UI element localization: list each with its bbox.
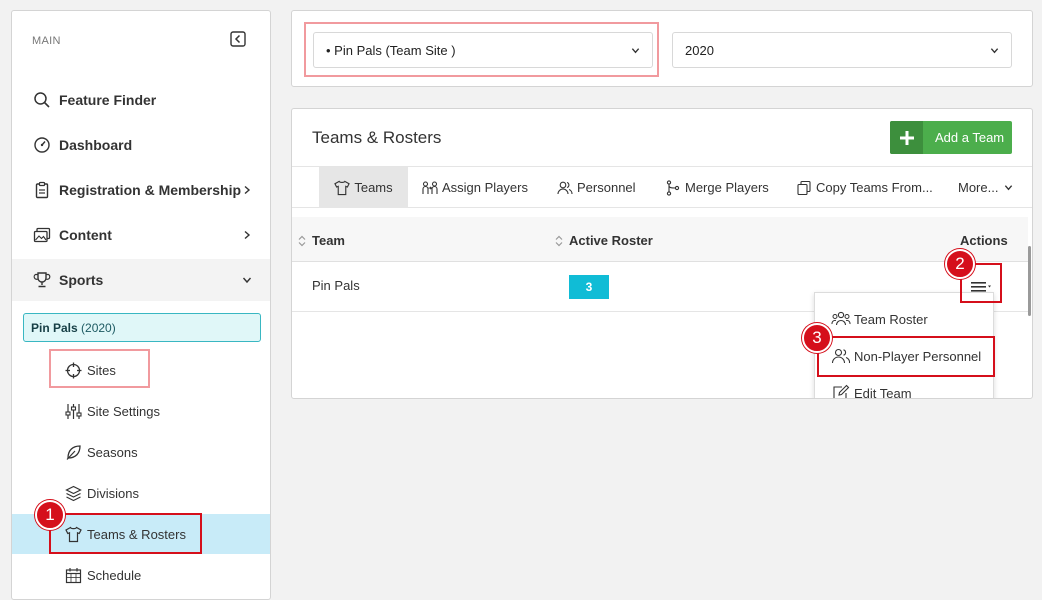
menu-item-label: Edit Team xyxy=(854,385,912,399)
calendar-icon xyxy=(65,567,82,584)
highlight-site-select xyxy=(304,22,659,77)
step-badge-3: 3 xyxy=(802,323,832,353)
scrollbar[interactable] xyxy=(1028,246,1031,316)
chevron-right-icon xyxy=(242,185,252,195)
tab-label: Copy Teams From... xyxy=(816,180,933,195)
menu-item-edit-team[interactable]: Edit Team xyxy=(815,375,993,399)
sidebar-item-label: Divisions xyxy=(87,485,140,501)
collapse-sidebar-icon[interactable] xyxy=(230,31,246,47)
sidebar-item-label: Feature Finder xyxy=(59,92,157,108)
sidebar-header: MAIN xyxy=(32,35,61,47)
sidebar-item-label: Sports xyxy=(59,272,104,288)
year-select-value: 2020 xyxy=(685,42,714,58)
column-label: Team xyxy=(312,233,345,248)
highlight-sites xyxy=(49,349,150,388)
trophy-icon xyxy=(33,271,51,289)
tab-personnel[interactable]: Personnel xyxy=(557,167,636,208)
images-icon xyxy=(33,226,51,244)
leaf-icon xyxy=(65,444,82,461)
tab-assign-players[interactable]: Assign Players xyxy=(422,167,528,208)
edit-icon xyxy=(831,384,851,398)
highlight-non-player-personnel xyxy=(817,336,995,377)
assign-players-icon xyxy=(422,180,438,196)
plus-icon xyxy=(890,121,923,154)
year-select[interactable]: 2020 xyxy=(672,32,1012,68)
sort-icon xyxy=(555,235,563,247)
sidebar-item-feature-finder[interactable]: Feature Finder xyxy=(12,79,270,121)
layers-icon xyxy=(65,485,82,502)
highlight-teams-rosters xyxy=(49,513,202,554)
sidebar-item-label: Dashboard xyxy=(59,137,133,153)
sidebar-item-content[interactable]: Content xyxy=(12,214,270,256)
tab-teams[interactable]: Teams xyxy=(319,167,408,208)
sidebar-item-site-settings[interactable]: Site Settings xyxy=(12,391,270,431)
team-name-cell[interactable]: Pin Pals xyxy=(312,278,360,293)
sidebar-item-label: Content xyxy=(59,227,112,243)
tab-label: Personnel xyxy=(577,180,636,195)
tab-label: Assign Players xyxy=(442,180,528,195)
users-icon xyxy=(557,180,573,196)
dashboard-gauge-icon xyxy=(33,136,51,154)
team-roster-icon xyxy=(831,310,851,328)
chevron-down-icon xyxy=(242,275,252,285)
menu-item-team-roster[interactable]: Team Roster xyxy=(815,301,993,337)
sliders-icon xyxy=(65,403,82,420)
team-chip-name: Pin Pals xyxy=(31,320,78,335)
sidebar-item-label: Registration & Membership xyxy=(59,182,242,198)
page-title: Teams & Rosters xyxy=(312,128,442,147)
column-actions: Actions xyxy=(960,233,1008,248)
team-chip-season: (2020) xyxy=(81,320,116,335)
team-context-chip[interactable]: Pin Pals (2020) xyxy=(23,313,261,342)
tab-copy-teams[interactable]: Copy Teams From... xyxy=(796,167,933,208)
sidebar-item-registration[interactable]: Registration & Membership xyxy=(12,169,270,211)
menu-item-label: Team Roster xyxy=(854,311,928,327)
step-badge-1: 1 xyxy=(35,500,65,530)
copy-icon xyxy=(796,180,812,196)
sidebar-item-label: Seasons xyxy=(87,444,138,460)
tab-label: Teams xyxy=(354,180,393,195)
table-header: Team Active Roster Actions xyxy=(292,217,1028,262)
sidebar-item-schedule[interactable]: Schedule xyxy=(12,555,270,595)
sidebar-item-sports[interactable]: Sports xyxy=(12,259,270,301)
add-team-label: Add a Team xyxy=(935,130,1005,145)
column-team[interactable]: Team xyxy=(298,233,345,248)
tab-label: Merge Players xyxy=(685,180,769,195)
sidebar-item-label: Site Settings xyxy=(87,403,160,419)
chevron-down-icon xyxy=(1004,183,1013,192)
chevron-down-icon xyxy=(990,46,999,55)
step-badge-2: 2 xyxy=(945,249,975,279)
tab-more[interactable]: More... xyxy=(958,167,1013,208)
search-icon xyxy=(33,91,51,109)
shirt-icon xyxy=(334,180,351,196)
add-team-button[interactable]: Add a Team xyxy=(890,121,1012,154)
sidebar-item-label: Schedule xyxy=(87,567,142,583)
clipboard-icon xyxy=(33,181,51,199)
column-label: Active Roster xyxy=(569,233,653,248)
tab-bar: Teams Assign Players Personnel Merge Pla… xyxy=(292,166,1032,208)
active-roster-badge[interactable]: 3 xyxy=(569,275,609,299)
column-active-roster[interactable]: Active Roster xyxy=(555,233,653,248)
chevron-right-icon xyxy=(242,230,252,240)
sort-icon xyxy=(298,235,306,247)
tab-label: More... xyxy=(958,180,999,195)
sidebar-item-seasons[interactable]: Seasons xyxy=(12,432,270,472)
sidebar-item-dashboard[interactable]: Dashboard xyxy=(12,124,270,166)
merge-icon xyxy=(665,179,681,196)
tab-merge-players[interactable]: Merge Players xyxy=(665,167,769,208)
column-label: Actions xyxy=(960,233,1008,248)
